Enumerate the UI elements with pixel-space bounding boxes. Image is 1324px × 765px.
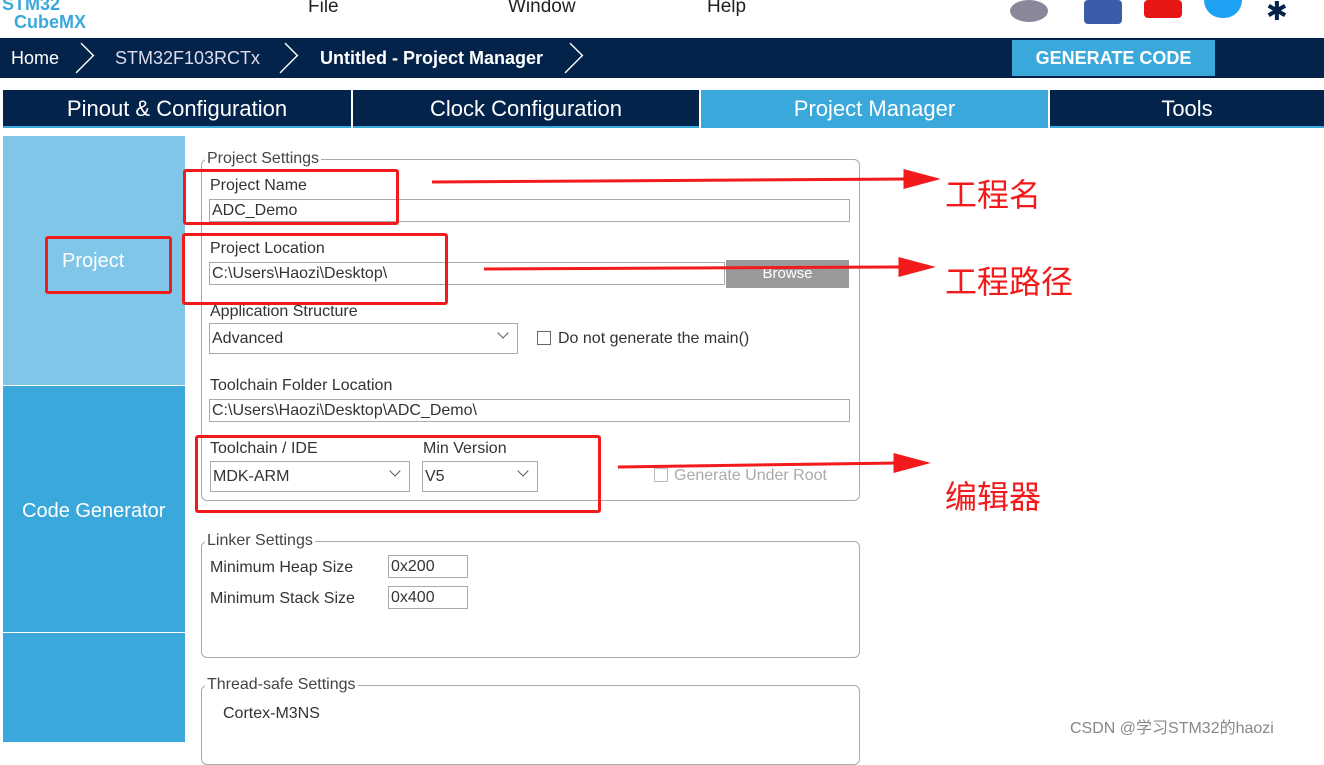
annotation-label: 编辑器: [945, 479, 1042, 515]
annotation-label: 工程名: [945, 177, 1042, 213]
annotation-label: 工程路径: [945, 264, 1074, 300]
annotation-arrows: [431, 169, 941, 473]
watermark: CSDN @学习STM32的haozi: [1070, 720, 1274, 737]
